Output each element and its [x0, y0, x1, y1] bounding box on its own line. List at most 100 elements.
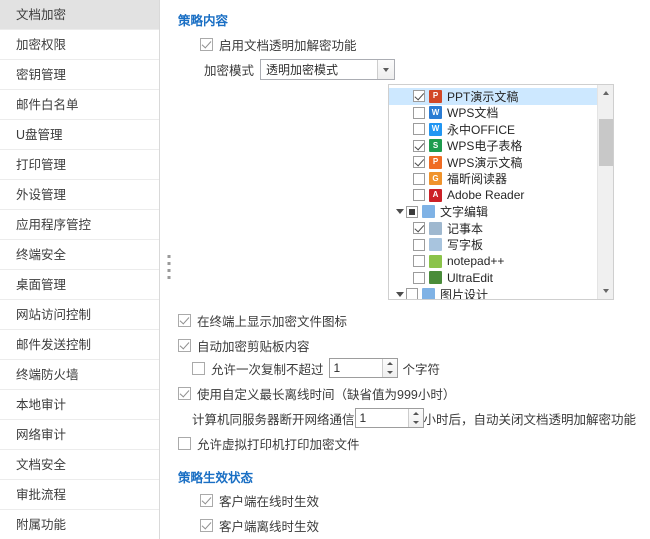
sidebar-item-label: 文档加密 [16, 8, 67, 22]
chevron-down-icon[interactable] [377, 60, 395, 79]
chevron-down-icon[interactable] [393, 209, 406, 215]
tree-item-checkbox[interactable] [413, 123, 425, 136]
tree-scrollbar[interactable] [597, 85, 613, 299]
tree-item-checkbox[interactable] [413, 106, 425, 119]
tree-row[interactable]: W 永中OFFICE [389, 121, 597, 138]
tree-row[interactable]: P PPT演示文稿 [389, 88, 597, 105]
sidebar-item-3[interactable]: 邮件白名单 [0, 90, 159, 120]
application-tree-list[interactable]: P PPT演示文稿 W WPS文档 W 永中OFFICE S WPS电子表格 P WPS演示文稿 G… [389, 85, 597, 299]
sidebar-item-14[interactable]: 网络审计 [0, 420, 159, 450]
foxit-reader-icon: G [429, 172, 442, 186]
sidebar-item-label: 本地审计 [16, 398, 67, 412]
scroll-down-button[interactable] [598, 283, 613, 299]
allow-virtual-printer-checkbox[interactable] [178, 437, 191, 450]
sidebar-item-16[interactable]: 审批流程 [0, 480, 159, 510]
tree-item-checkbox[interactable] [413, 172, 425, 185]
offline-timeout-stepper-buttons[interactable] [407, 409, 423, 427]
offline-timeout-prefix: 计算机同服务器断开网络通信 [192, 412, 355, 427]
show-encrypted-file-icon-label: 在终端上显示加密文件图标 [197, 315, 348, 329]
client-online-effective-checkbox[interactable] [200, 494, 213, 507]
sidebar-item-7[interactable]: 应用程序管控 [0, 210, 159, 240]
encryption-mode-select[interactable]: 透明加密模式 [260, 59, 396, 80]
clipboard-copy-limit-stepper[interactable]: 1 [328, 358, 398, 378]
tree-row[interactable]: G 福昕阅读器 [389, 171, 597, 188]
tree-item-checkbox[interactable] [413, 90, 425, 103]
enable-transparent-encryption-row[interactable]: 启用文档透明加解密功能 [200, 35, 357, 54]
tree-row[interactable]: 记事本 [389, 220, 597, 237]
tree-item-checkbox[interactable] [413, 271, 425, 284]
sidebar-item-13[interactable]: 本地审计 [0, 390, 159, 420]
sidebar-item-0[interactable]: 文档加密 [0, 0, 159, 30]
offline-timeout-stepper[interactable]: 1 [354, 408, 424, 428]
offline-timeout-value[interactable]: 1 [356, 409, 408, 427]
sidebar-item-17[interactable]: 附属功能 [0, 510, 159, 539]
tree-item-checkbox[interactable] [406, 205, 418, 218]
stepper-up-icon[interactable] [383, 359, 397, 368]
tree-item-label: 图片设计 [440, 287, 489, 299]
tree-item-checkbox[interactable] [406, 288, 418, 299]
clipboard-copy-limit-checkbox[interactable] [192, 361, 205, 375]
text-edit-group-icon [422, 205, 435, 219]
clipboard-copy-limit-row[interactable]: 允许一次复制不超过 1 个字符 [192, 358, 440, 378]
sidebar-item-label: 附属功能 [16, 518, 67, 532]
tree-row[interactable]: 文字编辑 [389, 204, 597, 221]
stepper-up-icon[interactable] [409, 409, 423, 418]
client-offline-effective-checkbox[interactable] [200, 519, 213, 532]
tree-row[interactable]: W WPS文档 [389, 105, 597, 122]
clipboard-copy-limit-stepper-buttons[interactable] [381, 359, 397, 377]
sidebar-item-8[interactable]: 终端安全 [0, 240, 159, 270]
clipboard-copy-limit-suffix: 个字符 [402, 362, 441, 377]
sidebar-item-15[interactable]: 文档安全 [0, 450, 159, 480]
tree-row[interactable]: S WPS电子表格 [389, 138, 597, 155]
stepper-down-icon[interactable] [409, 418, 423, 427]
tree-row[interactable]: A Adobe Reader [389, 187, 597, 204]
sidebar-item-10[interactable]: 网站访问控制 [0, 300, 159, 330]
offline-timeout-row[interactable]: 计算机同服务器断开网络通信 1 小时后，自动关闭文档透明加解密功能 [192, 408, 636, 428]
encryption-mode-value: 透明加密模式 [266, 63, 339, 77]
sidebar-item-label: 网站访问控制 [16, 308, 92, 322]
scroll-up-button[interactable] [598, 85, 613, 101]
tree-item-checkbox[interactable] [413, 156, 425, 169]
show-encrypted-file-icon-checkbox[interactable] [178, 314, 191, 327]
encryption-mode-label: 加密模式 [204, 64, 255, 78]
sidebar-item-5[interactable]: 打印管理 [0, 150, 159, 180]
tree-row[interactable]: P WPS演示文稿 [389, 154, 597, 171]
sidebar-item-9[interactable]: 桌面管理 [0, 270, 159, 300]
tree-row[interactable]: UltraEdit [389, 270, 597, 287]
wordpad-icon [429, 238, 442, 252]
enable-transparent-encryption-checkbox[interactable] [200, 38, 213, 51]
show-encrypted-file-icon-row[interactable]: 在终端上显示加密文件图标 [178, 311, 347, 330]
client-offline-effective-row[interactable]: 客户端离线时生效 [200, 516, 319, 535]
client-offline-effective-label: 客户端离线时生效 [219, 520, 320, 534]
auto-encrypt-clipboard-row[interactable]: 自动加密剪贴板内容 [178, 336, 310, 355]
tree-item-checkbox[interactable] [413, 222, 425, 235]
client-online-effective-row[interactable]: 客户端在线时生效 [200, 491, 319, 510]
custom-offline-time-row[interactable]: 使用自定义最长离线时间（缺省值为999小时） [178, 384, 455, 403]
sidebar-item-4[interactable]: U盘管理 [0, 120, 159, 150]
sidebar-item-11[interactable]: 邮件发送控制 [0, 330, 159, 360]
application-tree-panel[interactable]: P PPT演示文稿 W WPS文档 W 永中OFFICE S WPS电子表格 P WPS演示文稿 G… [388, 84, 614, 300]
tree-row[interactable]: 图片设计 [389, 286, 597, 299]
sidebar-item-label: 加密权限 [16, 38, 67, 52]
clipboard-copy-limit-value[interactable]: 1 [330, 359, 382, 377]
custom-offline-time-checkbox[interactable] [178, 387, 191, 400]
sidebar-item-12[interactable]: 终端防火墙 [0, 360, 159, 390]
stepper-down-icon[interactable] [383, 368, 397, 377]
tree-row[interactable]: notepad++ [389, 253, 597, 270]
allow-virtual-printer-row[interactable]: 允许虚拟打印机打印加密文件 [178, 434, 360, 453]
sidebar-item-label: 邮件发送控制 [16, 338, 92, 352]
tree-item-label: PPT演示文稿 [447, 89, 519, 104]
tree-item-checkbox[interactable] [413, 189, 425, 202]
tree-row[interactable]: 写字板 [389, 237, 597, 254]
tree-item-checkbox[interactable] [413, 255, 425, 268]
policy-effect-heading: 策略生效状态 [178, 471, 254, 485]
tree-item-checkbox[interactable] [413, 238, 425, 251]
sidebar-item-2[interactable]: 密钥管理 [0, 60, 159, 90]
scrollbar-thumb[interactable] [599, 119, 613, 166]
tree-item-label: Adobe Reader [447, 188, 525, 203]
sidebar-item-1[interactable]: 加密权限 [0, 30, 159, 60]
chevron-down-icon[interactable] [393, 291, 406, 297]
sidebar-item-6[interactable]: 外设管理 [0, 180, 159, 210]
auto-encrypt-clipboard-checkbox[interactable] [178, 339, 191, 352]
tree-item-checkbox[interactable] [413, 139, 425, 152]
